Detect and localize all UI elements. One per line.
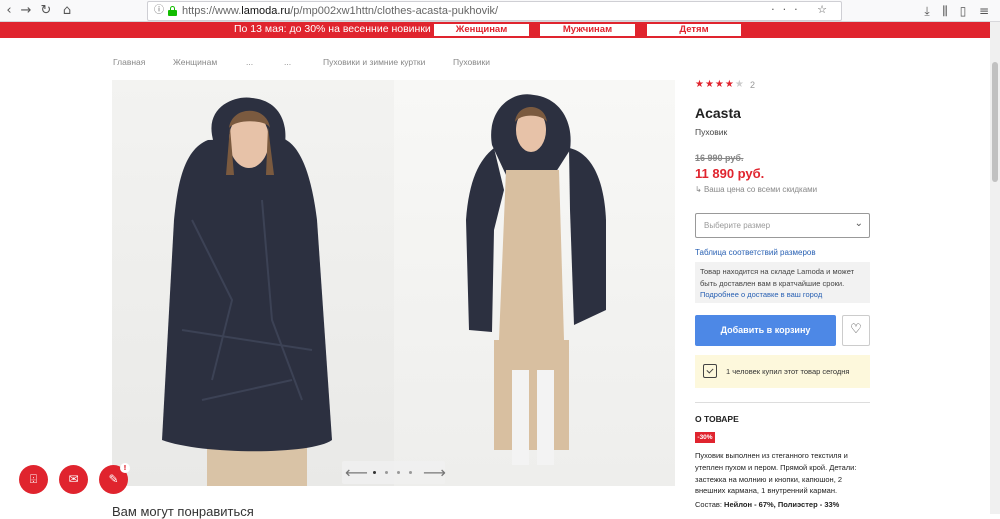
prev-arrow-icon[interactable]: ⟵	[345, 463, 368, 482]
next-arrow-icon[interactable]: ⟶	[423, 463, 446, 482]
page-actions[interactable]: ··· ☆	[771, 3, 835, 16]
old-price: 16 990 руб.	[695, 153, 744, 163]
delivery-link[interactable]: Подробнее о доставке в ваш город	[700, 290, 822, 299]
reload-icon[interactable]: ↻	[37, 2, 55, 20]
site-info-icon[interactable]: ⓘ	[152, 4, 166, 18]
rating-count[interactable]: 2	[750, 80, 755, 90]
gallery-dot[interactable]	[409, 471, 412, 474]
lock-icon	[168, 6, 177, 16]
product-type: Пуховик	[695, 127, 728, 137]
product-description: Пуховик выполнен из стеганного текстиля …	[695, 451, 857, 496]
shopping-bag-icon	[703, 364, 717, 378]
gallery-dot[interactable]	[373, 471, 376, 474]
about-title: О ТОВАРЕ	[695, 414, 739, 424]
breadcrumb-item[interactable]: ...	[246, 57, 253, 67]
notification-badge-icon: !	[120, 463, 130, 473]
recommendations-title: Вам могут понравиться	[112, 504, 254, 519]
home-icon[interactable]: ⌂	[58, 2, 76, 20]
gallery-dot[interactable]	[397, 471, 400, 474]
discount-badge: -30%	[695, 432, 715, 443]
promo-bar: По 13 мая: до 30% на весенние новинки Же…	[0, 22, 990, 38]
sidebar-icon[interactable]: ▯	[954, 2, 972, 20]
product-composition: Состав: Нейлон - 67%, Полиэстер - 33%	[695, 500, 840, 509]
price-note: ↳ Ваша цена со всеми скидками	[695, 185, 818, 194]
gift-icon[interactable]: ⌹	[19, 465, 48, 494]
notification-icon[interactable]: ✎!	[99, 463, 130, 494]
page-scrollbar[interactable]	[990, 22, 1000, 514]
library-icon[interactable]: ⫼	[936, 2, 954, 20]
chevron-down-icon: ⌄	[854, 218, 863, 229]
rating-stars[interactable]: ★★★★★	[695, 79, 745, 90]
stock-info: Товар находится на складе Lamoda и может…	[695, 262, 870, 303]
breadcrumb-item[interactable]: ...	[284, 57, 291, 67]
promo-text[interactable]: По 13 мая: до 30% на весенние новинки	[234, 23, 431, 35]
gallery-dot[interactable]	[385, 471, 388, 474]
product-gallery[interactable]: ⟵ ⟶	[112, 80, 675, 486]
divider	[695, 402, 870, 403]
forward-icon[interactable]: →	[17, 2, 35, 20]
promo-button-men[interactable]: Мужчинам	[539, 23, 636, 37]
favorite-heart-icon[interactable]: ♡	[842, 315, 870, 346]
breadcrumb-item[interactable]: Главная	[113, 57, 145, 67]
product-photo-side[interactable]	[394, 80, 675, 486]
browser-toolbar: ‹ → ↻ ⌂ ⓘ https://www.lamoda.ru/p/mp002x…	[0, 0, 1000, 22]
brand-name[interactable]: Acasta	[695, 105, 741, 121]
product-photo-front[interactable]	[112, 80, 394, 486]
scrollbar-thumb[interactable]	[992, 62, 998, 182]
size-table-link[interactable]: Таблица соответствий размеров	[695, 248, 816, 257]
breadcrumb-item: Пуховики	[453, 57, 490, 67]
back-icon[interactable]: ‹	[0, 2, 18, 20]
bought-today-notice: 1 человек купил этот товар сегодня	[695, 355, 870, 388]
stock-text: Товар находится на складе Lamoda и может…	[700, 267, 855, 288]
new-price: 11 890 руб.	[695, 166, 765, 181]
add-to-cart-button[interactable]: Добавить в корзину	[695, 315, 836, 346]
promo-button-women[interactable]: Женщинам	[433, 23, 530, 37]
model-figure-side	[466, 94, 606, 465]
price-note-icon: ↳	[695, 185, 704, 194]
chat-icon[interactable]: ✉	[59, 465, 88, 494]
bought-today-text: 1 человек купил этот товар сегодня	[726, 367, 850, 376]
model-figure-front	[162, 97, 332, 486]
promo-button-kids[interactable]: Детям	[646, 23, 742, 37]
breadcrumb-item[interactable]: Пуховики и зимние куртки	[323, 57, 425, 67]
menu-icon[interactable]: ≡	[975, 2, 993, 20]
download-icon[interactable]: ⤓	[918, 2, 936, 20]
size-select-placeholder: Выберите размер	[704, 221, 771, 230]
gallery-nav: ⟵ ⟶	[342, 461, 446, 484]
size-select[interactable]: Выберите размер ⌄	[695, 213, 870, 238]
address-bar[interactable]: ⓘ https://www.lamoda.ru/p/mp002xw1httn/c…	[147, 1, 842, 21]
url-text[interactable]: https://www.lamoda.ru/p/mp002xw1httn/clo…	[182, 5, 498, 17]
breadcrumb-item[interactable]: Женщинам	[173, 57, 217, 67]
